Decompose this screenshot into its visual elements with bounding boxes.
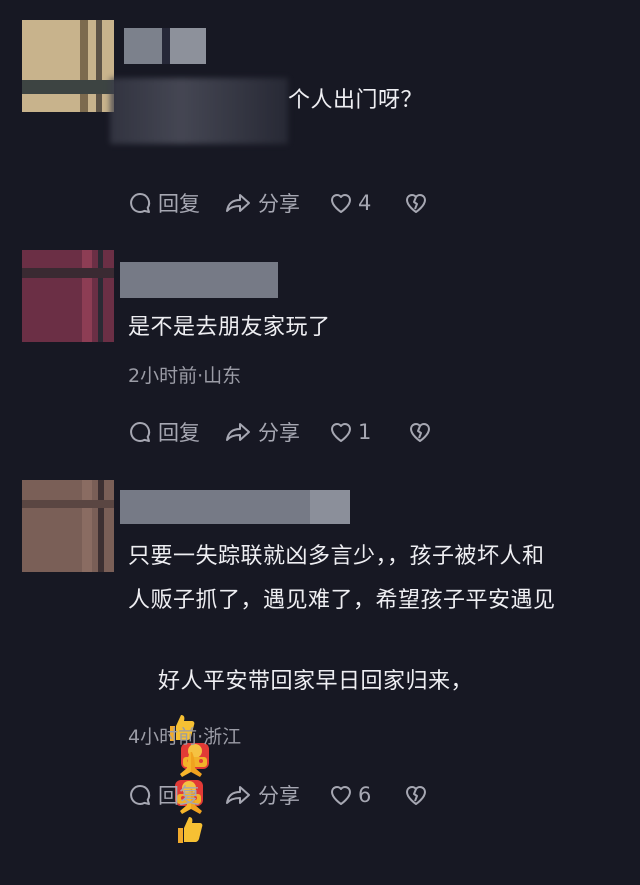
comment-bubble-icon bbox=[130, 192, 151, 213]
praying-hands-emoji bbox=[179, 752, 202, 777]
avatar[interactable] bbox=[22, 250, 114, 342]
comment-actions: 回复 分享 1 bbox=[128, 417, 433, 447]
heart-icon bbox=[331, 194, 351, 213]
comment-actions: 回复 分享 4 bbox=[128, 188, 429, 218]
avatar[interactable] bbox=[22, 20, 114, 112]
reply-label: 回复 bbox=[158, 192, 200, 216]
comment-bubble-icon bbox=[130, 784, 151, 805]
share-label: 分享 bbox=[258, 192, 300, 216]
broken-heart-icon bbox=[410, 423, 431, 442]
share-button[interactable]: 分享 bbox=[224, 188, 300, 218]
comment-text: 个人出门呀？ bbox=[288, 88, 424, 113]
text-blur-patch bbox=[110, 78, 288, 144]
like-count: 6 bbox=[358, 783, 372, 807]
comment-text: 是不是去朋友家玩了 bbox=[128, 315, 331, 340]
comment-text-line-1: 只要一失踪联就凶多言少，，孩子被坏人和 bbox=[128, 544, 545, 569]
comment-emoji-line bbox=[128, 672, 628, 814]
comment-2: 是不是去朋友家玩了 2小时前·山东 回复 分享 1 bbox=[0, 230, 640, 470]
comment-bubble-icon bbox=[130, 421, 151, 442]
share-label: 分享 bbox=[258, 784, 300, 808]
username-blurred[interactable] bbox=[124, 28, 206, 64]
comment-meta: 2小时前·山东 bbox=[128, 365, 242, 387]
reply-button[interactable]: 回复 bbox=[128, 417, 200, 447]
share-button[interactable]: 分享 bbox=[224, 780, 300, 810]
share-arrow-icon bbox=[226, 423, 250, 441]
reply-button[interactable]: 回复 bbox=[128, 780, 200, 810]
comment-actions: 回复 分享 6 bbox=[128, 780, 429, 810]
username-blurred[interactable] bbox=[120, 490, 350, 524]
heart-icon bbox=[331, 423, 351, 442]
like-button[interactable]: 6 bbox=[328, 783, 371, 807]
reply-label: 回复 bbox=[158, 421, 200, 445]
share-arrow-icon bbox=[226, 786, 250, 804]
comment-1: 个人出门呀？ 回复 分享 4 bbox=[0, 0, 640, 230]
dislike-button[interactable] bbox=[403, 191, 429, 215]
reply-label: 回复 bbox=[158, 784, 200, 808]
like-count: 1 bbox=[358, 420, 372, 444]
share-button[interactable]: 分享 bbox=[224, 417, 300, 447]
broken-heart-icon bbox=[406, 194, 427, 213]
like-button[interactable]: 1 bbox=[328, 420, 371, 444]
dislike-button[interactable] bbox=[403, 783, 429, 807]
broken-heart-icon bbox=[406, 786, 427, 805]
comment-3: 只要一失踪联就凶多言少，，孩子被坏人和 人贩子抓了，遇见难了，希望孩子平安遇见 … bbox=[0, 470, 640, 843]
like-count: 4 bbox=[358, 191, 372, 215]
avatar[interactable] bbox=[22, 480, 114, 572]
username-blurred[interactable] bbox=[120, 262, 278, 298]
like-button[interactable]: 4 bbox=[328, 191, 371, 215]
share-label: 分享 bbox=[258, 421, 300, 445]
share-arrow-icon bbox=[226, 194, 250, 212]
comment-text-line-2: 人贩子抓了，遇见难了，希望孩子平安遇见 bbox=[128, 588, 556, 613]
heart-icon bbox=[331, 786, 351, 805]
comment-meta: 4小时前·浙江 bbox=[128, 726, 242, 748]
dislike-button[interactable] bbox=[407, 420, 433, 444]
reply-button[interactable]: 回复 bbox=[128, 188, 200, 218]
